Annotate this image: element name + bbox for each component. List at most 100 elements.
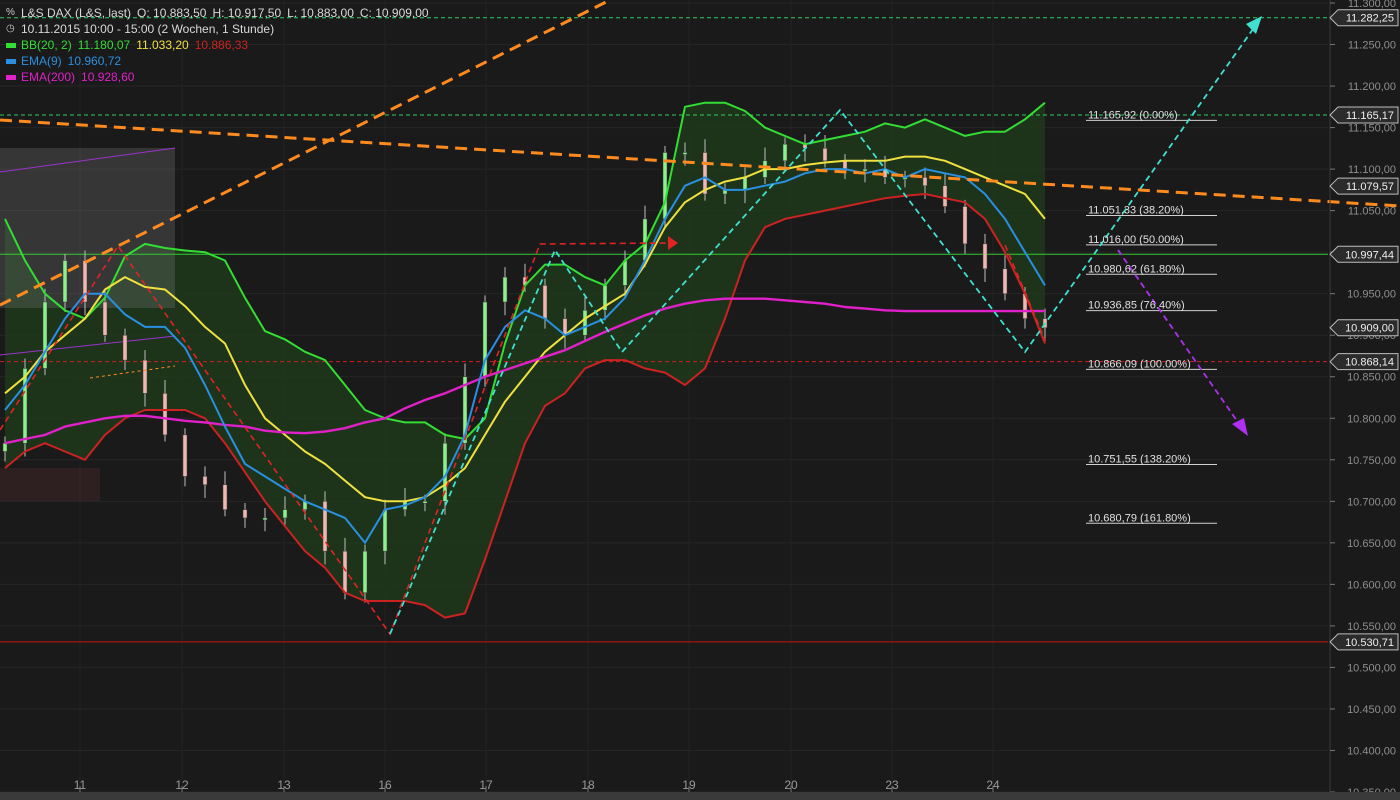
y-tick-label: 10.650,00: [1347, 538, 1396, 550]
candle-body: [382, 509, 388, 552]
candle-body: [182, 434, 188, 477]
legend-ema200-row[interactable]: EMA(200) 10.928,60: [6, 69, 429, 85]
ema200-value: 10.928,60: [81, 70, 135, 84]
candle-body: [542, 285, 548, 319]
price-tag-label: 10.997,44: [1345, 249, 1394, 261]
y-tick-label: 10.550,00: [1347, 621, 1396, 633]
candle-body: [662, 152, 668, 220]
candle-body: [202, 476, 208, 485]
candle-body: [342, 550, 348, 593]
bb-lower-value: 10.886,33: [194, 38, 249, 52]
price-tag-label: 11.165,17: [1346, 110, 1394, 122]
ema200-swatch: [6, 74, 16, 80]
x-tick-label: 19: [682, 778, 696, 792]
candle-body: [702, 152, 708, 195]
candle-body: [842, 160, 848, 170]
fib-level-label: 11.165,92 (0.00%): [1088, 109, 1178, 121]
candle-body: [422, 501, 428, 504]
fib-level-label: 11.016,00 (50.00%): [1088, 234, 1184, 246]
y-tick-label: 11.300,00: [1348, 0, 1396, 10]
fib-level-label: 10.866,09 (100.00%): [1088, 358, 1191, 370]
bb-upper-value: 11.180,07: [77, 38, 131, 52]
x-tick-label: 17: [479, 778, 493, 792]
y-tick-label: 11.100,00: [1348, 164, 1396, 176]
close-value: C: 10.909,00: [359, 6, 429, 20]
candle-body: [982, 243, 988, 270]
candle-body: [782, 143, 788, 162]
legend-bb-row[interactable]: BB(20, 2) 11.180,07 11.033,20 10.886,33: [6, 37, 429, 53]
candle-body: [122, 334, 128, 361]
price-tag-label: 11.282,25: [1346, 13, 1394, 25]
legend-ema9-row[interactable]: EMA(9) 10.960,72: [6, 53, 429, 69]
x-tick-label: 13: [277, 778, 291, 792]
y-tick-label: 10.700,00: [1347, 496, 1396, 508]
x-tick-label: 24: [986, 778, 1000, 792]
consolidation-box: [0, 148, 175, 308]
fib-level-label: 10.680,79 (161.80%): [1088, 512, 1191, 524]
fib-level-label: 10.936,85 (76.40%): [1088, 300, 1185, 312]
candle-body: [222, 484, 228, 510]
price-tag-label: 10.530,71: [1345, 637, 1394, 649]
y-tick-label: 10.800,00: [1347, 413, 1396, 425]
x-tick-label: 20: [784, 778, 798, 792]
y-tick-label: 10.950,00: [1347, 289, 1396, 301]
y-tick-label: 11.150,00: [1348, 123, 1396, 135]
clock-icon: ◷: [6, 23, 15, 34]
candle-body: [622, 260, 628, 286]
period-label: 10.11.2015 10:00 - 15:00 (2 Wochen, 1 St…: [21, 22, 275, 36]
low-value: L: 10.883,00: [287, 6, 354, 20]
candle-body: [502, 276, 508, 303]
candle-body: [822, 148, 828, 162]
fib-level-label: 10.751,55 (138.20%): [1088, 454, 1191, 466]
y-tick-label: 11.250,00: [1348, 40, 1396, 52]
ema9-value: 10.960,72: [67, 54, 122, 68]
x-tick-label: 23: [885, 778, 899, 792]
candle-body: [62, 260, 68, 303]
x-tick-label: 18: [581, 778, 595, 792]
candle-body: [682, 152, 688, 155]
bb-label: BB(20, 2): [21, 38, 72, 52]
legend-symbol-row: % L&S DAX (L&S, last) O: 10.883,50 H: 10…: [6, 5, 429, 21]
percent-icon: %: [6, 7, 15, 18]
bb-mid-value: 11.033,20: [136, 38, 189, 52]
candle-body: [282, 509, 288, 519]
price-tag-label: 10.868,14: [1345, 357, 1394, 369]
y-tick-label: 10.400,00: [1347, 745, 1396, 757]
candle-body: [242, 509, 248, 519]
symbol-label: L&S DAX (L&S, last): [21, 6, 132, 20]
price-chart[interactable]: 11.165,92 (0.00%) 11.051,33 (38.20%) 11.01…: [0, 0, 1400, 800]
candle-body: [362, 550, 368, 593]
y-tick-label: 10.500,00: [1347, 662, 1396, 674]
candle-body: [942, 185, 948, 207]
fib-level-label: 10.980,62 (61.80%): [1088, 263, 1185, 275]
y-tick-label: 11.200,00: [1348, 81, 1396, 93]
candle-body: [582, 310, 588, 336]
legend-period-row: ◷ 10.11.2015 10:00 - 15:00 (2 Wochen, 1 …: [6, 21, 429, 37]
chart-legend: % L&S DAX (L&S, last) O: 10.883,50 H: 10…: [6, 5, 429, 85]
x-tick-label: 11: [74, 778, 87, 792]
support-zone: [0, 468, 100, 501]
ema200-label: EMA(200): [21, 70, 76, 84]
price-tag-label: 11.079,57: [1346, 181, 1394, 193]
y-tick-label: 10.850,00: [1347, 372, 1396, 384]
ema9-label: EMA(9): [21, 54, 62, 68]
x-tick-label: 12: [175, 778, 189, 792]
bb-swatch: [6, 42, 16, 48]
candle-body: [102, 301, 108, 336]
y-tick-label: 10.450,00: [1347, 704, 1396, 716]
candle-body: [2, 442, 8, 452]
candle-body: [1002, 268, 1008, 294]
candle-body: [562, 318, 568, 336]
fib-level-label: 11.051,33 (38.20%): [1088, 205, 1184, 217]
open-value: O: 10.883,50: [137, 6, 207, 20]
x-axis-bar: [0, 792, 1400, 800]
x-tick-label: 16: [378, 778, 392, 792]
price-tag-label: 10.909,00: [1345, 323, 1394, 335]
ema9-swatch: [6, 58, 16, 64]
y-tick-label: 10.600,00: [1347, 579, 1396, 591]
candle-body: [962, 206, 968, 245]
candle-body: [162, 393, 168, 436]
candle-body: [922, 177, 928, 186]
candle-body: [742, 177, 748, 191]
candle-body: [262, 517, 268, 521]
